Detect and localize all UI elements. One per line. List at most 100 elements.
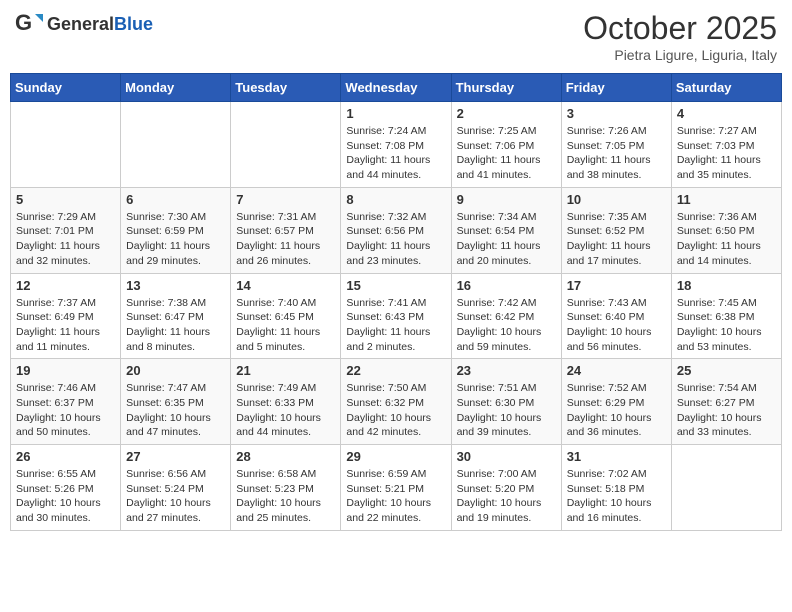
weekday-header-tuesday: Tuesday: [231, 74, 341, 102]
day-number: 20: [126, 363, 225, 378]
day-info: Sunrise: 6:59 AMSunset: 5:21 PMDaylight:…: [346, 467, 445, 526]
weekday-header-friday: Friday: [561, 74, 671, 102]
day-number: 27: [126, 449, 225, 464]
day-number: 24: [567, 363, 666, 378]
calendar-cell: 14 Sunrise: 7:40 AMSunset: 6:45 PMDayligh…: [231, 273, 341, 359]
day-number: 7: [236, 192, 335, 207]
day-info: Sunrise: 7:02 AMSunset: 5:18 PMDaylight:…: [567, 467, 666, 526]
day-info: Sunrise: 7:49 AMSunset: 6:33 PMDaylight:…: [236, 381, 335, 440]
calendar-cell: [231, 102, 341, 188]
day-number: 4: [677, 106, 776, 121]
day-number: 19: [16, 363, 115, 378]
calendar-cell: 29 Sunrise: 6:59 AMSunset: 5:21 PMDayligh…: [341, 445, 451, 531]
day-info: Sunrise: 7:52 AMSunset: 6:29 PMDaylight:…: [567, 381, 666, 440]
svg-text:G: G: [15, 10, 32, 35]
day-info: Sunrise: 7:41 AMSunset: 6:43 PMDaylight:…: [346, 296, 445, 355]
logo: G GeneralBlue: [15, 10, 153, 38]
week-row-2: 5Sunrise: 7:29 AMSunset: 7:01 PMDaylight…: [11, 187, 782, 273]
day-info: Sunrise: 7:29 AMSunset: 7:01 PMDaylight:…: [16, 210, 115, 269]
calendar-cell: 1Sunrise: 7:24 AMSunset: 7:08 PMDaylight…: [341, 102, 451, 188]
day-number: 11: [677, 192, 776, 207]
calendar-cell: 31Sunrise: 7:02 AMSunset: 5:18 PMDayligh…: [561, 445, 671, 531]
day-info: Sunrise: 7:37 AMSunset: 6:49 PMDaylight:…: [16, 296, 115, 355]
calendar-cell: 28 Sunrise: 6:58 AMSunset: 5:23 PMDayligh…: [231, 445, 341, 531]
day-info: Sunrise: 7:31 AMSunset: 6:57 PMDaylight:…: [236, 210, 335, 269]
calendar-cell: 26 Sunrise: 6:55 AMSunset: 5:26 PMDayligh…: [11, 445, 121, 531]
calendar-cell: [11, 102, 121, 188]
calendar-cell: 10Sunrise: 7:35 AMSunset: 6:52 PMDayligh…: [561, 187, 671, 273]
day-info: Sunrise: 7:25 AMSunset: 7:06 PMDaylight:…: [457, 124, 556, 183]
day-info: Sunrise: 7:34 AMSunset: 6:54 PMDaylight:…: [457, 210, 556, 269]
page-header: G GeneralBlue October 2025 Pietra Ligure…: [10, 10, 782, 63]
weekday-header-saturday: Saturday: [671, 74, 781, 102]
calendar-table: SundayMondayTuesdayWednesdayThursdayFrid…: [10, 73, 782, 531]
calendar-cell: 4 Sunrise: 7:27 AMSunset: 7:03 PMDaylight…: [671, 102, 781, 188]
day-number: 14: [236, 278, 335, 293]
week-row-5: 26 Sunrise: 6:55 AMSunset: 5:26 PMDayligh…: [11, 445, 782, 531]
day-number: 26: [16, 449, 115, 464]
day-number: 13: [126, 278, 225, 293]
title-block: October 2025 Pietra Ligure, Liguria, Ita…: [583, 10, 777, 63]
day-number: 28: [236, 449, 335, 464]
day-info: Sunrise: 7:42 AMSunset: 6:42 PMDaylight:…: [457, 296, 556, 355]
day-info: Sunrise: 7:32 AMSunset: 6:56 PMDaylight:…: [346, 210, 445, 269]
day-number: 6: [126, 192, 225, 207]
week-row-3: 12Sunrise: 7:37 AMSunset: 6:49 PMDayligh…: [11, 273, 782, 359]
calendar-cell: 17 Sunrise: 7:43 AMSunset: 6:40 PMDayligh…: [561, 273, 671, 359]
day-info: Sunrise: 6:55 AMSunset: 5:26 PMDaylight:…: [16, 467, 115, 526]
day-info: Sunrise: 6:56 AMSunset: 5:24 PMDaylight:…: [126, 467, 225, 526]
day-info: Sunrise: 7:30 AMSunset: 6:59 PMDaylight:…: [126, 210, 225, 269]
day-info: Sunrise: 7:45 AMSunset: 6:38 PMDaylight:…: [677, 296, 776, 355]
calendar-cell: 6 Sunrise: 7:30 AMSunset: 6:59 PMDaylight…: [121, 187, 231, 273]
day-info: Sunrise: 7:26 AMSunset: 7:05 PMDaylight:…: [567, 124, 666, 183]
day-number: 25: [677, 363, 776, 378]
day-info: Sunrise: 7:50 AMSunset: 6:32 PMDaylight:…: [346, 381, 445, 440]
day-number: 29: [346, 449, 445, 464]
logo-blue-text: Blue: [114, 14, 153, 34]
month-title: October 2025: [583, 10, 777, 47]
calendar-cell: 24 Sunrise: 7:52 AMSunset: 6:29 PMDayligh…: [561, 359, 671, 445]
calendar-cell: 25Sunrise: 7:54 AMSunset: 6:27 PMDayligh…: [671, 359, 781, 445]
calendar-cell: 16 Sunrise: 7:42 AMSunset: 6:42 PMDayligh…: [451, 273, 561, 359]
day-number: 15: [346, 278, 445, 293]
logo-general-text: General: [47, 14, 114, 34]
day-info: Sunrise: 6:58 AMSunset: 5:23 PMDaylight:…: [236, 467, 335, 526]
day-number: 3: [567, 106, 666, 121]
weekday-header-monday: Monday: [121, 74, 231, 102]
day-number: 16: [457, 278, 556, 293]
day-number: 23: [457, 363, 556, 378]
calendar-cell: [671, 445, 781, 531]
day-number: 2: [457, 106, 556, 121]
day-number: 1: [346, 106, 445, 121]
calendar-cell: 7 Sunrise: 7:31 AMSunset: 6:57 PMDaylight…: [231, 187, 341, 273]
calendar-cell: 3 Sunrise: 7:26 AMSunset: 7:05 PMDaylight…: [561, 102, 671, 188]
day-number: 17: [567, 278, 666, 293]
day-info: Sunrise: 7:51 AMSunset: 6:30 PMDaylight:…: [457, 381, 556, 440]
day-number: 30: [457, 449, 556, 464]
calendar-cell: 8 Sunrise: 7:32 AMSunset: 6:56 PMDaylight…: [341, 187, 451, 273]
location-subtitle: Pietra Ligure, Liguria, Italy: [583, 47, 777, 63]
day-number: 21: [236, 363, 335, 378]
calendar-cell: 30Sunrise: 7:00 AMSunset: 5:20 PMDayligh…: [451, 445, 561, 531]
calendar-cell: 22Sunrise: 7:50 AMSunset: 6:32 PMDayligh…: [341, 359, 451, 445]
day-info: Sunrise: 7:27 AMSunset: 7:03 PMDaylight:…: [677, 124, 776, 183]
weekday-header-wednesday: Wednesday: [341, 74, 451, 102]
calendar-cell: 15 Sunrise: 7:41 AMSunset: 6:43 PMDayligh…: [341, 273, 451, 359]
calendar-cell: 5Sunrise: 7:29 AMSunset: 7:01 PMDaylight…: [11, 187, 121, 273]
day-info: Sunrise: 7:36 AMSunset: 6:50 PMDaylight:…: [677, 210, 776, 269]
day-info: Sunrise: 7:46 AMSunset: 6:37 PMDaylight:…: [16, 381, 115, 440]
day-number: 9: [457, 192, 556, 207]
weekday-header-sunday: Sunday: [11, 74, 121, 102]
calendar-cell: 18 Sunrise: 7:45 AMSunset: 6:38 PMDayligh…: [671, 273, 781, 359]
weekday-header-thursday: Thursday: [451, 74, 561, 102]
day-info: Sunrise: 7:43 AMSunset: 6:40 PMDaylight:…: [567, 296, 666, 355]
day-number: 18: [677, 278, 776, 293]
calendar-cell: 9 Sunrise: 7:34 AMSunset: 6:54 PMDaylight…: [451, 187, 561, 273]
weekday-header-row: SundayMondayTuesdayWednesdayThursdayFrid…: [11, 74, 782, 102]
day-info: Sunrise: 7:47 AMSunset: 6:35 PMDaylight:…: [126, 381, 225, 440]
day-info: Sunrise: 7:35 AMSunset: 6:52 PMDaylight:…: [567, 210, 666, 269]
calendar-cell: 20 Sunrise: 7:47 AMSunset: 6:35 PMDayligh…: [121, 359, 231, 445]
day-info: Sunrise: 7:40 AMSunset: 6:45 PMDaylight:…: [236, 296, 335, 355]
week-row-1: 1Sunrise: 7:24 AMSunset: 7:08 PMDaylight…: [11, 102, 782, 188]
day-number: 8: [346, 192, 445, 207]
